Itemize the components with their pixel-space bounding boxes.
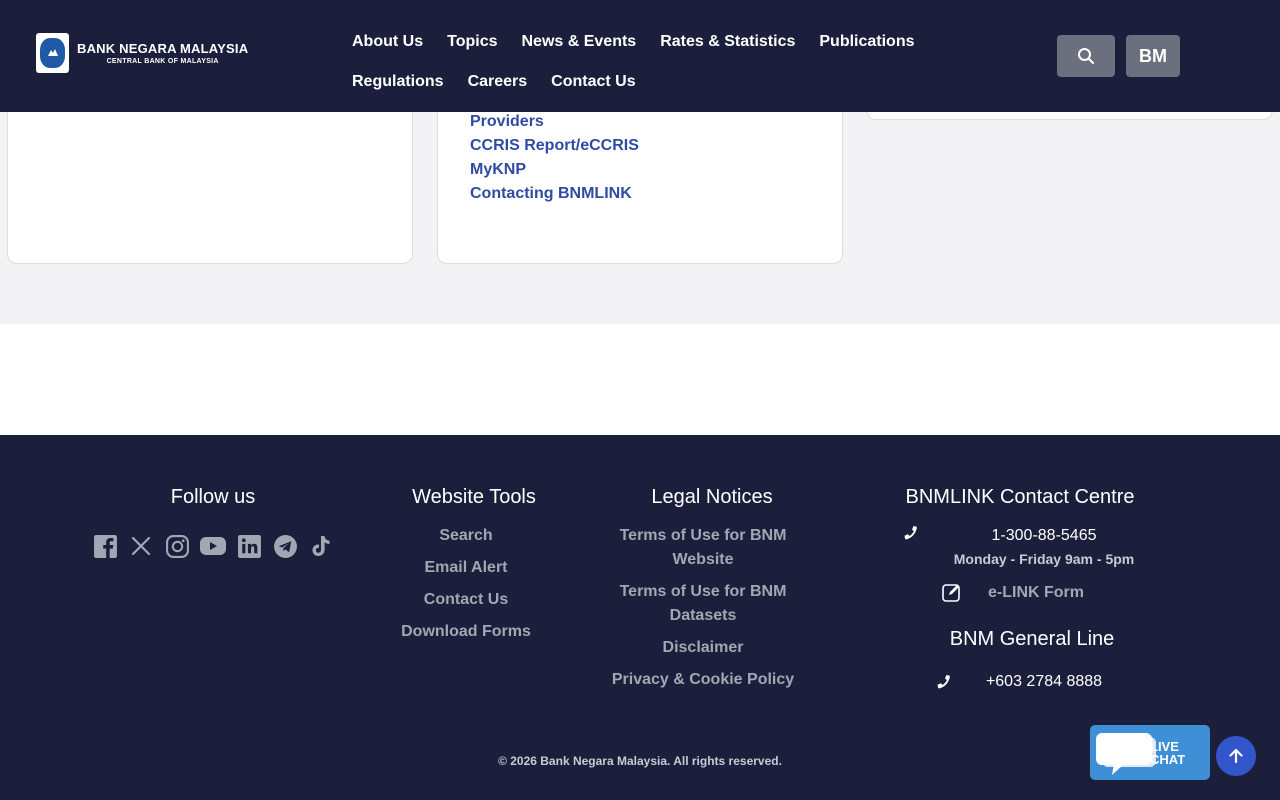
social-links (92, 533, 344, 559)
nav-regulations[interactable]: Regulations (352, 73, 444, 91)
nav-news-events[interactable]: News & Events (521, 33, 636, 51)
contact-centre-phone-row (902, 525, 918, 541)
tiktok-icon[interactable] (308, 533, 334, 559)
general-line-phone-row (935, 674, 951, 690)
edit-form-icon (942, 584, 960, 602)
contact-centre-hours: Monday - Friday 9am - 5pm (953, 551, 1135, 567)
live-chat-button[interactable]: LIVE CHAT (1090, 725, 1210, 780)
legal-notices-heading: Legal Notices (651, 486, 773, 508)
link-ccris-report[interactable]: CCRIS Report/eCCRIS (470, 134, 639, 158)
language-toggle-button[interactable]: BM (1126, 35, 1180, 77)
chat-bubble-icon (1096, 732, 1156, 775)
site-header: BANK NEGARA MALAYSIA CENTRAL BANK OF MAL… (0, 0, 1280, 112)
follow-us-heading: Follow us (170, 486, 256, 508)
arrow-up-icon (1229, 748, 1243, 764)
elink-form-link[interactable]: e-LINK Form (970, 581, 1102, 605)
youtube-icon[interactable] (200, 533, 226, 559)
footer-link-contact-us[interactable]: Contact Us (376, 588, 556, 612)
footer-link-terms-datasets[interactable]: Terms of Use for BNM Datasets (608, 580, 798, 628)
copyright-text: © 2026 Bank Negara Malaysia. All rights … (498, 754, 782, 768)
bnm-logo[interactable]: BANK NEGARA MALAYSIA CENTRAL BANK OF MAL… (36, 33, 248, 73)
main-nav: About Us Topics News & Events Rates & St… (352, 22, 972, 102)
general-line-phone[interactable]: +603 2784 8888 (964, 673, 1124, 691)
nav-contact-us[interactable]: Contact Us (551, 73, 635, 91)
nav-publications[interactable]: Publications (819, 33, 914, 51)
linkedin-icon[interactable] (236, 533, 262, 559)
live-chat-label-2: CHAT (1150, 751, 1186, 767)
footer-link-disclaimer[interactable]: Disclaimer (608, 636, 798, 660)
content-spacer (0, 324, 1280, 435)
elink-form-row[interactable] (942, 582, 962, 602)
instagram-icon[interactable] (164, 533, 190, 559)
website-tools-heading: Website Tools (412, 486, 536, 508)
scroll-to-top-button[interactable] (1216, 736, 1256, 776)
general-line-heading: BNM General Line (949, 628, 1115, 650)
contact-centre-heading: BNMLINK Contact Centre (905, 486, 1135, 508)
footer-link-download-forms[interactable]: Download Forms (376, 620, 556, 644)
phone-icon (937, 675, 950, 689)
link-myknp[interactable]: MyKNP (470, 158, 639, 182)
footer-link-privacy-cookie[interactable]: Privacy & Cookie Policy (598, 668, 808, 692)
contact-centre-phone[interactable]: 1-300-88-5465 (944, 527, 1144, 545)
link-providers[interactable]: Providers (470, 110, 639, 134)
footer-link-search[interactable]: Search (376, 524, 556, 548)
nav-rates-statistics[interactable]: Rates & Statistics (660, 33, 795, 51)
nav-about-us[interactable]: About Us (352, 33, 423, 51)
footer-link-terms-website[interactable]: Terms of Use for BNM Website (608, 524, 798, 572)
logo-title: BANK NEGARA MALAYSIA (77, 41, 249, 56)
link-contacting-bnmlink[interactable]: Contacting BNMLINK (470, 182, 639, 206)
card-link-list: Providers CCRIS Report/eCCRIS MyKNP Cont… (470, 110, 639, 206)
nav-topics[interactable]: Topics (447, 33, 497, 51)
footer-link-email-alert[interactable]: Email Alert (376, 556, 556, 580)
facebook-icon[interactable] (92, 533, 118, 559)
live-chat-label-1: LIVE (1150, 738, 1179, 754)
x-icon[interactable] (128, 533, 154, 559)
nav-careers[interactable]: Careers (468, 73, 528, 91)
phone-icon (904, 526, 917, 540)
search-button[interactable] (1057, 35, 1115, 77)
site-footer: Follow us Website Tools Search Email Ale… (0, 435, 1280, 800)
logo-subtitle: CENTRAL BANK OF MALAYSIA (106, 58, 219, 65)
search-icon (1078, 48, 1094, 64)
bnm-crest-icon (36, 33, 69, 73)
telegram-icon[interactable] (272, 533, 298, 559)
